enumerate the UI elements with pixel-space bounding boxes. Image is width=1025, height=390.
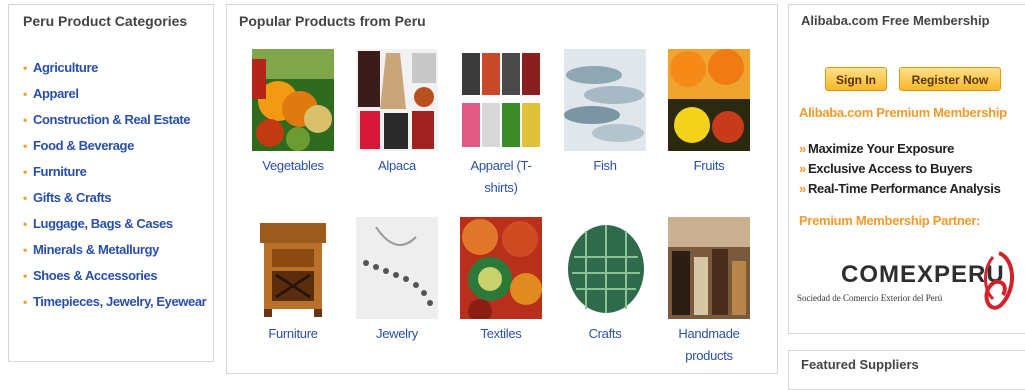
category-item-construction[interactable]: • Construction & Real Estate xyxy=(23,107,211,133)
categories-panel: Peru Product Categories • Agriculture • Ap… xyxy=(8,4,214,362)
category-item-furniture[interactable]: • Furniture xyxy=(23,159,211,185)
benefit-item: » Maximize Your Exposure xyxy=(799,139,1001,159)
product-label[interactable]: Crafts xyxy=(559,323,651,345)
membership-panel: Alibaba.com Free Membership Sign In Regi… xyxy=(788,4,1025,334)
category-item-apparel[interactable]: • Apparel xyxy=(23,81,211,107)
bullet-icon: • xyxy=(23,191,27,205)
fish-image[interactable] xyxy=(564,49,646,151)
category-item-luggage[interactable]: • Luggage, Bags & Cases xyxy=(23,211,211,237)
partner-subtitle: Sociedad de Comercio Exterior del Perú xyxy=(797,293,943,303)
category-item-shoes[interactable]: • Shoes & Accessories xyxy=(23,263,211,289)
product-label[interactable]: Jewelry xyxy=(351,323,443,345)
category-item-agriculture[interactable]: • Agriculture xyxy=(23,55,211,81)
benefit-text: Real-Time Performance Analysis xyxy=(807,181,1001,196)
bullet-icon: • xyxy=(23,243,27,257)
benefit-text: Exclusive Access to Buyers xyxy=(807,161,973,176)
product-crafts[interactable]: Crafts xyxy=(559,217,651,345)
product-alpaca[interactable]: Alpaca xyxy=(351,49,443,177)
category-label: Shoes & Accessories xyxy=(33,268,158,283)
premium-membership-link[interactable]: Alibaba.com Premium Membership xyxy=(799,105,1007,120)
category-item-timepieces[interactable]: • Timepieces, Jewelry, Eyewear xyxy=(23,289,211,315)
product-fruits[interactable]: Fruits xyxy=(663,49,755,177)
category-label: Agriculture xyxy=(33,60,98,75)
register-now-button[interactable]: Register Now xyxy=(899,67,1001,91)
bullet-icon: • xyxy=(23,87,27,101)
swirl-logo-icon xyxy=(984,251,1015,310)
featured-suppliers-panel: Featured Suppliers xyxy=(788,350,1025,390)
category-item-gifts[interactable]: • Gifts & Crafts xyxy=(23,185,211,211)
category-item-minerals[interactable]: • Minerals & Metallurgy xyxy=(23,237,211,263)
product-label[interactable]: Apparel (T-shirts) xyxy=(455,155,547,199)
benefit-item: » Real-Time Performance Analysis xyxy=(799,179,1001,199)
product-label[interactable]: Fish xyxy=(559,155,651,177)
bullet-icon: • xyxy=(23,61,27,75)
membership-title: Alibaba.com Free Membership xyxy=(801,13,990,28)
bullet-icon: • xyxy=(23,217,27,231)
furniture-image[interactable] xyxy=(252,217,334,319)
double-arrow-icon: » xyxy=(799,181,806,196)
featured-suppliers-title: Featured Suppliers xyxy=(801,357,919,372)
product-vegetables[interactable]: Vegetables xyxy=(247,49,339,177)
popular-products-panel: Popular Products from Peru Vegetables Al… xyxy=(226,4,778,374)
bullet-icon: • xyxy=(23,269,27,283)
fruits-image[interactable] xyxy=(668,49,750,151)
product-furniture[interactable]: Furniture xyxy=(247,217,339,345)
category-label: Gifts & Crafts xyxy=(33,190,112,205)
benefit-text: Maximize Your Exposure xyxy=(807,141,955,156)
product-label[interactable]: Handmade products xyxy=(663,323,755,367)
popular-products-title: Popular Products from Peru xyxy=(239,13,426,29)
product-label[interactable]: Furniture xyxy=(247,323,339,345)
category-list: • Agriculture • Apparel • Construction & Re… xyxy=(23,55,211,315)
benefit-list: » Maximize Your Exposure » Exclusive Acces… xyxy=(799,139,1001,199)
categories-title: Peru Product Categories xyxy=(23,13,188,29)
apparel-image[interactable] xyxy=(460,49,542,151)
crafts-image[interactable] xyxy=(564,217,646,319)
bullet-icon: • xyxy=(23,139,27,153)
product-fish[interactable]: Fish xyxy=(559,49,651,177)
product-handmade[interactable]: Handmade products xyxy=(663,217,755,367)
category-label: Food & Beverage xyxy=(33,138,134,153)
comexperu-logo[interactable]: COMEXPERU Sociedad de Comercio Exterior … xyxy=(797,245,1022,315)
product-label[interactable]: Fruits xyxy=(663,155,755,177)
handmade-image[interactable] xyxy=(668,217,750,319)
benefit-item: » Exclusive Access to Buyers xyxy=(799,159,1001,179)
double-arrow-icon: » xyxy=(799,161,806,176)
category-label: Minerals & Metallurgy xyxy=(33,242,159,257)
product-textiles[interactable]: Textiles xyxy=(455,217,547,345)
product-apparel[interactable]: Apparel (T-shirts) xyxy=(455,49,547,199)
bullet-icon: • xyxy=(23,295,27,309)
category-item-food[interactable]: • Food & Beverage xyxy=(23,133,211,159)
category-label: Timepieces, Jewelry, Eyewear xyxy=(33,294,207,309)
vegetables-image[interactable] xyxy=(252,49,334,151)
category-label: Construction & Real Estate xyxy=(33,112,191,127)
product-label[interactable]: Vegetables xyxy=(247,155,339,177)
alpaca-image[interactable] xyxy=(356,49,438,151)
category-label: Apparel xyxy=(33,86,79,101)
category-label: Luggage, Bags & Cases xyxy=(33,216,173,231)
sign-in-button[interactable]: Sign In xyxy=(825,67,887,91)
jewelry-image[interactable] xyxy=(356,217,438,319)
bullet-icon: • xyxy=(23,113,27,127)
product-label[interactable]: Alpaca xyxy=(351,155,443,177)
bullet-icon: • xyxy=(23,165,27,179)
category-label: Furniture xyxy=(33,164,87,179)
product-label[interactable]: Textiles xyxy=(455,323,547,345)
product-jewelry[interactable]: Jewelry xyxy=(351,217,443,345)
double-arrow-icon: » xyxy=(799,141,806,156)
partner-label: Premium Membership Partner: xyxy=(799,213,981,228)
textiles-image[interactable] xyxy=(460,217,542,319)
